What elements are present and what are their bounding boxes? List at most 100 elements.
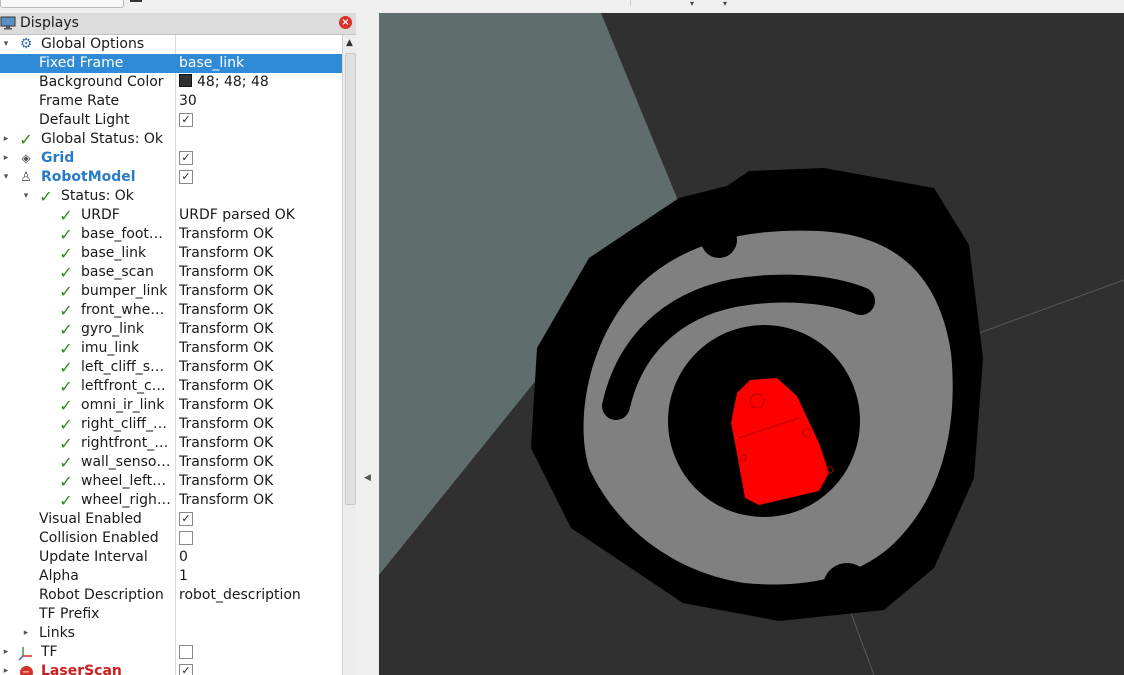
tree-row-status[interactable]: ▾ ✓ Status: Ok	[0, 187, 342, 206]
link-row[interactable]: ✓ URDF URDF parsed OK	[0, 206, 342, 225]
link-row[interactable]: ✓ base_scan Transform OK	[0, 263, 342, 282]
toolbar-button[interactable]	[0, 0, 124, 8]
link-name: base_foot…	[81, 226, 163, 242]
check-icon: ✓	[59, 263, 73, 282]
update-interval-value[interactable]: 0	[179, 548, 339, 567]
link-name: rightfront_…	[81, 435, 169, 451]
tree-row-alpha[interactable]: Alpha 1	[0, 567, 342, 586]
global-options-label: Global Options	[41, 36, 145, 52]
expand-arrow-icon[interactable]: ▸	[1, 149, 11, 168]
collapse-arrow-icon[interactable]: ▾	[1, 168, 11, 187]
tree-row-default-light[interactable]: Default Light ✓	[0, 111, 342, 130]
check-icon: ✓	[59, 377, 73, 396]
tree-row-frame-rate[interactable]: Frame Rate 30	[0, 92, 342, 111]
tree-row-grid[interactable]: ▸ ◈ Grid ✓	[0, 149, 342, 168]
collapse-arrow-icon[interactable]: ▾	[1, 35, 11, 54]
tree-row-laserscan[interactable]: ▸ − LaserScan ✓	[0, 662, 342, 675]
link-row[interactable]: ✓ right_cliff_… Transform OK	[0, 415, 342, 434]
panel-header: Displays ×	[0, 13, 356, 35]
toolbar-strip: ▾ ▾	[0, 0, 1124, 12]
scene-render[interactable]	[379, 13, 1124, 675]
panel-splitter[interactable]: ◀	[356, 13, 379, 675]
robot-description-value[interactable]: robot_description	[179, 586, 339, 605]
link-status: Transform OK	[179, 359, 274, 375]
link-status: Transform OK	[179, 473, 274, 489]
tree-row-robotmodel[interactable]: ▾ ♙ RobotModel ✓	[0, 168, 342, 187]
link-row[interactable]: ✓ left_cliff_s… Transform OK	[0, 358, 342, 377]
map-notch	[823, 563, 871, 611]
link-row[interactable]: ✓ wheel_left… Transform OK	[0, 472, 342, 491]
expand-arrow-icon[interactable]: ▸	[1, 130, 11, 149]
check-icon: ✓	[59, 415, 73, 434]
link-row[interactable]: ✓ omni_ir_link Transform OK	[0, 396, 342, 415]
link-status: Transform OK	[179, 454, 274, 470]
close-icon[interactable]: ×	[339, 16, 352, 29]
tree-row-tf-prefix[interactable]: TF Prefix	[0, 605, 342, 624]
color-swatch[interactable]	[179, 74, 192, 87]
collapse-panel-icon[interactable]: ◀	[364, 473, 371, 483]
link-name: omni_ir_link	[81, 397, 165, 413]
tree-row-update-interval[interactable]: Update Interval 0	[0, 548, 342, 567]
link-row[interactable]: ✓ bumper_link Transform OK	[0, 282, 342, 301]
tree-row-visual-enabled[interactable]: Visual Enabled ✓	[0, 510, 342, 529]
check-icon: ✓	[59, 453, 73, 472]
tree-row-robot-description[interactable]: Robot Description robot_description	[0, 586, 342, 605]
link-row[interactable]: ✓ front_whe… Transform OK	[0, 301, 342, 320]
expand-arrow-icon[interactable]: ▸	[1, 643, 11, 662]
check-icon: ✓	[59, 282, 73, 301]
visual-enabled-label: Visual Enabled	[39, 511, 142, 527]
frame-rate-value[interactable]: 30	[179, 92, 339, 111]
link-status: Transform OK	[179, 340, 274, 356]
error-icon: −	[18, 663, 34, 675]
3d-viewport[interactable]	[379, 13, 1124, 675]
dropdown-arrow-icon[interactable]: ▾	[723, 0, 727, 8]
tree-row-fixed-frame[interactable]: Fixed Frame base_link	[0, 54, 342, 73]
link-row[interactable]: ✓ leftfront_c… Transform OK	[0, 377, 342, 396]
link-row[interactable]: ✓ gyro_link Transform OK	[0, 320, 342, 339]
link-row[interactable]: ✓ wall_senso… Transform OK	[0, 453, 342, 472]
background-color-text: 48; 48; 48	[197, 74, 269, 90]
tree-row-global-options[interactable]: ▾ ⚙ Global Options	[0, 35, 342, 54]
scrollbar-thumb[interactable]	[345, 53, 356, 505]
tf-prefix-label: TF Prefix	[39, 606, 100, 622]
robotmodel-checkbox[interactable]: ✓	[179, 170, 193, 184]
collision-enabled-checkbox[interactable]	[179, 531, 193, 545]
link-row[interactable]: ✓ rightfront_… Transform OK	[0, 434, 342, 453]
link-name: imu_link	[81, 340, 140, 356]
map-notch	[701, 222, 737, 258]
tf-label: TF	[41, 644, 58, 660]
link-status: Transform OK	[179, 264, 274, 280]
visual-enabled-checkbox[interactable]: ✓	[179, 512, 193, 526]
link-name: bumper_link	[81, 283, 168, 299]
expand-arrow-icon[interactable]: ▸	[1, 662, 11, 675]
global-status-label: Global Status: Ok	[41, 131, 164, 147]
alpha-value[interactable]: 1	[179, 567, 339, 586]
tree-row-background-color[interactable]: Background Color 48; 48; 48	[0, 73, 342, 92]
check-icon: ✓	[59, 491, 73, 510]
default-light-checkbox[interactable]: ✓	[179, 113, 193, 127]
tree-row-tf[interactable]: ▸ TF	[0, 643, 342, 662]
check-icon: ✓	[59, 301, 73, 320]
expand-arrow-icon[interactable]: ▸	[21, 624, 31, 643]
dropdown-arrow-icon[interactable]: ▾	[690, 0, 694, 8]
check-icon: ✓	[59, 225, 73, 244]
tree-row-links[interactable]: ▸ Links	[0, 624, 342, 643]
collapse-arrow-icon[interactable]: ▾	[21, 187, 31, 206]
default-light-label: Default Light	[39, 112, 130, 128]
check-icon: ✓	[59, 434, 73, 453]
link-row[interactable]: ✓ imu_link Transform OK	[0, 339, 342, 358]
grid-icon: ◈	[21, 151, 31, 165]
link-row[interactable]: ✓ base_link Transform OK	[0, 244, 342, 263]
laserscan-checkbox[interactable]: ✓	[179, 664, 193, 675]
link-row[interactable]: ✓ base_foot… Transform OK	[0, 225, 342, 244]
link-row[interactable]: ✓ wheel_righ… Transform OK	[0, 491, 342, 510]
background-color-label: Background Color	[39, 74, 164, 90]
tree-row-collision-enabled[interactable]: Collision Enabled	[0, 529, 342, 548]
grid-checkbox[interactable]: ✓	[179, 151, 193, 165]
fixed-frame-value[interactable]: base_link	[179, 54, 339, 73]
tree-scrollbar[interactable]: ▲	[342, 35, 357, 675]
scroll-up-icon[interactable]: ▲	[346, 38, 353, 48]
background-color-value[interactable]: 48; 48; 48	[179, 73, 339, 92]
tf-checkbox[interactable]	[179, 645, 193, 659]
tree-row-global-status[interactable]: ▸ ✓ Global Status: Ok	[0, 130, 342, 149]
